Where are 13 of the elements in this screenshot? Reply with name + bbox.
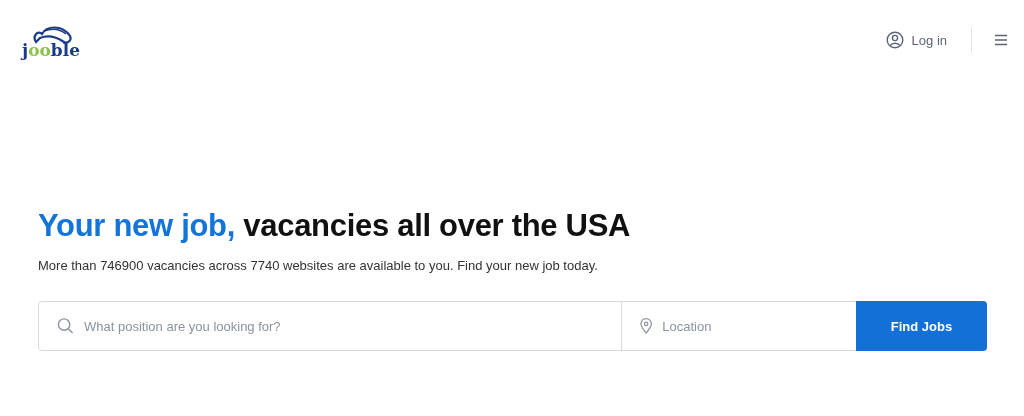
location-field[interactable]: Location <box>660 317 838 335</box>
login-link[interactable]: Log in <box>885 31 947 49</box>
logo[interactable]: jooble <box>22 21 80 59</box>
position-field[interactable]: What position are you looking for? <box>82 317 603 335</box>
headline: Your new job, vacancies all over the USA <box>38 208 632 244</box>
subtitle: More than 746900 vacancies across 7740 websites are available to you. Find your new job today. <box>38 258 599 273</box>
find-jobs-button[interactable]: Find Jobs <box>856 301 987 351</box>
menu-button[interactable] <box>994 34 1008 46</box>
search-icon <box>57 317 75 335</box>
user-icon <box>885 31 904 49</box>
menu-icon <box>994 34 1008 46</box>
logo-text: jooble <box>22 41 80 59</box>
location-pin-icon <box>640 317 653 335</box>
